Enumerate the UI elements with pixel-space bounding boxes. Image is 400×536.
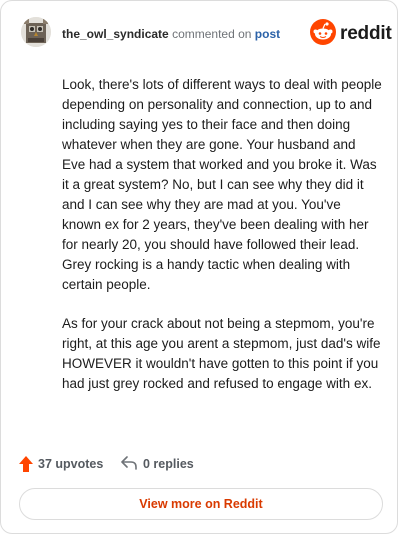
comment-embed-card: the_owl_syndicate commented on post redd… [0, 0, 398, 534]
upvote-arrow-icon[interactable] [19, 456, 33, 472]
upvote-control[interactable]: 37 upvotes [19, 454, 103, 474]
reply-arrow-icon[interactable] [121, 455, 137, 473]
view-more-button[interactable]: View more on Reddit [19, 488, 383, 520]
comment-header: the_owl_syndicate commented on post [62, 26, 280, 42]
reddit-wordmark: reddit [340, 23, 392, 44]
avatar[interactable] [21, 17, 51, 47]
post-link[interactable]: post [255, 27, 280, 41]
action-text: commented on [172, 27, 252, 41]
username-link[interactable]: the_owl_syndicate [62, 27, 169, 41]
replies-control[interactable]: 0 replies [121, 454, 194, 474]
reddit-snoo-icon [310, 18, 336, 50]
comment-body: Look, there's lots of different ways to … [62, 75, 382, 413]
reply-count: 0 replies [143, 457, 194, 471]
comment-paragraph: As for your crack about not being a step… [62, 316, 381, 391]
comment-paragraph: Look, there's lots of different ways to … [62, 77, 382, 292]
upvote-count: 37 upvotes [38, 457, 104, 471]
reddit-logo[interactable]: reddit [310, 18, 392, 50]
